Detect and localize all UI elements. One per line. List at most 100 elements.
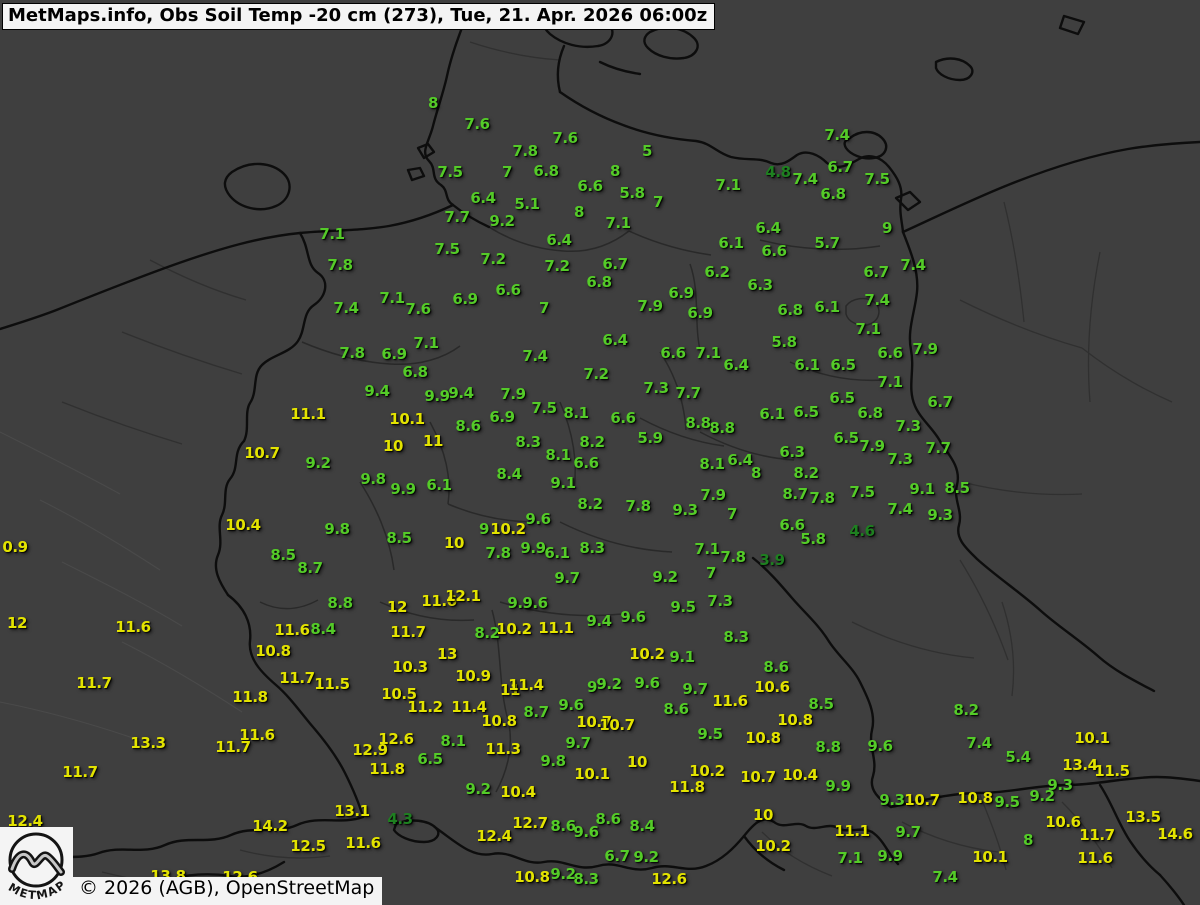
station-value: 5.4 — [1005, 748, 1030, 766]
station-value: 5.7 — [814, 234, 839, 252]
station-value: 6.5 — [830, 356, 855, 374]
station-value: 6.4 — [723, 356, 748, 374]
station-value: 7.8 — [512, 142, 537, 160]
station-value: 7.4 — [900, 256, 925, 274]
station-value: 9 — [882, 219, 892, 237]
station-value: 11.6 — [115, 618, 150, 636]
station-value: 7.4 — [333, 299, 358, 317]
station-value: 9.9 — [520, 539, 545, 557]
station-value: 8.5 — [386, 529, 411, 547]
station-value: 9 — [479, 520, 489, 538]
station-value: 11.1 — [834, 822, 869, 840]
station-value: 10.8 — [745, 729, 780, 747]
station-value: 8.6 — [663, 700, 688, 718]
station-value: 9.2 — [652, 568, 677, 586]
station-value: 9.6 — [867, 737, 892, 755]
station-value: 7 — [653, 193, 663, 211]
station-value: 9.7 — [682, 680, 707, 698]
station-value: 8.5 — [270, 546, 295, 564]
station-value: 10.8 — [255, 642, 290, 660]
station-value: 11.5 — [314, 675, 349, 693]
station-value: 9.2 — [633, 848, 658, 866]
station-value: 11.6 — [345, 834, 380, 852]
station-value: 13.4 — [1062, 756, 1097, 774]
map-title: MetMaps.info, Obs Soil Temp -20 cm (273)… — [2, 3, 715, 30]
station-value: 8.1 — [563, 404, 588, 422]
station-value: 13.3 — [130, 734, 165, 752]
station-value: 7.1 — [855, 320, 880, 338]
station-value: 10.7 — [904, 791, 939, 809]
station-value: 6.8 — [857, 404, 882, 422]
station-value: 6.7 — [604, 847, 629, 865]
station-value: 9.2 — [305, 454, 330, 472]
station-value: 9.1 — [909, 480, 934, 498]
station-value: 6.7 — [827, 158, 852, 176]
station-value: 7.1 — [837, 849, 862, 867]
station-value: 12.9 — [352, 741, 387, 759]
station-value: 6.1 — [718, 234, 743, 252]
station-value: 6.6 — [761, 242, 786, 260]
station-value: 10 — [627, 753, 647, 771]
station-value: 9.6 — [634, 674, 659, 692]
station-value: 10.8 — [514, 868, 549, 886]
station-value: 8.8 — [327, 594, 352, 612]
station-value: 7.6 — [464, 115, 489, 133]
station-value: 9.4 — [448, 384, 473, 402]
station-value: 6.9 — [452, 290, 477, 308]
attribution: © 2026 (AGB), OpenStreetMap — [73, 877, 382, 905]
station-value: 10.3 — [392, 658, 427, 676]
station-value: 8.8 — [709, 419, 734, 437]
station-value: 10.1 — [574, 765, 609, 783]
station-value: 7.7 — [444, 208, 469, 226]
station-value: 6.5 — [793, 403, 818, 421]
station-value: 6.6 — [577, 177, 602, 195]
station-value: 8.7 — [523, 703, 548, 721]
station-value: 8.1 — [545, 446, 570, 464]
station-value: 6.6 — [877, 344, 902, 362]
station-value: 7.2 — [544, 257, 569, 275]
station-value: 10.7 — [599, 716, 634, 734]
station-value: 6.9 — [687, 304, 712, 322]
station-value: 9.7 — [554, 569, 579, 587]
station-value: 7.3 — [887, 450, 912, 468]
station-value: 13 — [437, 645, 457, 663]
station-value: 7.4 — [864, 291, 889, 309]
station-value: 6.5 — [417, 750, 442, 768]
station-value: 6.1 — [426, 476, 451, 494]
station-value: 9.8 — [540, 752, 565, 770]
station-value: 7.5 — [864, 170, 889, 188]
station-value: 6.5 — [833, 429, 858, 447]
station-value: 7.4 — [887, 500, 912, 518]
station-value: 7.9 — [637, 297, 662, 315]
station-value: 8.4 — [310, 620, 335, 638]
station-value: 7.1 — [715, 176, 740, 194]
station-value: 9.6 — [522, 594, 547, 612]
station-value: 10.2 — [629, 645, 664, 663]
station-value: 9.3 — [927, 506, 952, 524]
station-value: 7.5 — [437, 163, 462, 181]
station-value: 9.1 — [669, 648, 694, 666]
station-value: 8.3 — [723, 628, 748, 646]
station-value: 10.9 — [455, 667, 490, 685]
station-value: 10.6 — [754, 678, 789, 696]
station-value: 8.2 — [579, 433, 604, 451]
station-value: 11.4 — [508, 676, 543, 694]
station-value: 7.3 — [895, 417, 920, 435]
station-value: 7.5 — [434, 240, 459, 258]
station-value: 7.1 — [695, 344, 720, 362]
station-value: 7.2 — [480, 250, 505, 268]
station-value: 9.6 — [573, 823, 598, 841]
station-value: 7.4 — [522, 347, 547, 365]
weather-map[interactable]: 87.67.87.657.47.576.886.65.876.45.187.79… — [0, 0, 1200, 905]
station-value: 11.2 — [407, 698, 442, 716]
station-value: 12.4 — [476, 827, 511, 845]
station-value: 7.9 — [700, 486, 725, 504]
station-value: 11.7 — [76, 674, 111, 692]
station-value: 9.8 — [324, 520, 349, 538]
station-value: 11.1 — [538, 619, 573, 637]
station-value: 9.3 — [672, 501, 697, 519]
station-value: 11.7 — [215, 738, 250, 756]
station-value: 10.8 — [777, 711, 812, 729]
station-value: 9.7 — [565, 734, 590, 752]
station-value: 6.7 — [602, 255, 627, 273]
